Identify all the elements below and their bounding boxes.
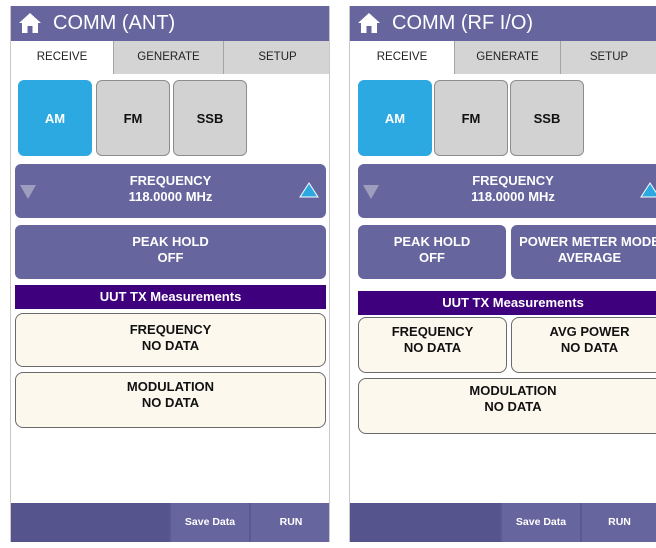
peak-hold-value: OFF [419, 250, 445, 265]
run-button[interactable]: RUN [582, 503, 656, 542]
section-title: UUT TX Measurements [358, 291, 656, 315]
bottom-bar: Save Data RUN [11, 503, 329, 542]
triangle-up-icon[interactable] [640, 182, 656, 198]
avg-power-measurement: AVG POWER NO DATA [511, 317, 656, 373]
tab-generate[interactable]: GENERATE [113, 41, 223, 74]
measurement-label: MODULATION [126, 379, 215, 394]
modulation-measurement: MODULATION NO DATA [358, 378, 656, 434]
fm-mode-button[interactable]: FM [434, 80, 508, 156]
header-bar: COMM (ANT) [11, 6, 329, 41]
tab-bar: RECEIVE GENERATE SETUP [11, 41, 329, 75]
header-bar: COMM (RF I/O) [350, 6, 656, 41]
home-icon [19, 13, 41, 33]
frequency-measurement: FREQUENCY NO DATA [15, 313, 326, 367]
fm-mode-button[interactable]: FM [96, 80, 170, 156]
power-meter-mode-label: POWER METER MODE [519, 234, 656, 249]
home-button[interactable] [356, 11, 382, 35]
tab-setup[interactable]: SETUP [223, 41, 329, 74]
section-title: UUT TX Measurements [15, 285, 326, 309]
tab-generate[interactable]: GENERATE [454, 41, 560, 74]
page-title: COMM (ANT) [53, 12, 176, 34]
tab-setup[interactable]: SETUP [560, 41, 656, 74]
triangle-up-icon[interactable] [299, 182, 319, 198]
home-button[interactable] [17, 11, 43, 35]
page-title: COMM (RF I/O) [392, 12, 534, 34]
peak-hold-label: PEAK HOLD [393, 234, 471, 249]
comm-rf-io-panel: COMM (RF I/O) RECEIVE GENERATE SETUP AM … [349, 6, 656, 542]
measurement-value: NO DATA [141, 338, 200, 353]
frequency-label: FREQUENCY [129, 173, 212, 188]
ssb-mode-button[interactable]: SSB [173, 80, 247, 156]
measurement-value: NO DATA [403, 340, 462, 355]
frequency-value: 118.0000 MHz [471, 189, 555, 204]
comm-ant-panel: COMM (ANT) RECEIVE GENERATE SETUP AM FM … [10, 6, 330, 542]
tab-receive[interactable]: RECEIVE [350, 41, 454, 75]
tab-bar: RECEIVE GENERATE SETUP [350, 41, 656, 75]
save-data-button[interactable]: Save Data [502, 503, 580, 542]
measurement-label: MODULATION [469, 383, 557, 398]
am-mode-button[interactable]: AM [358, 80, 432, 156]
measurement-label: FREQUENCY [391, 324, 474, 339]
frequency-control[interactable]: FREQUENCY 118.0000 MHz [15, 164, 326, 218]
frequency-measurement: FREQUENCY NO DATA [358, 317, 507, 373]
power-meter-mode-value: AVERAGE [557, 250, 622, 265]
bottom-bar: Save Data RUN [350, 503, 656, 542]
peak-hold-value: OFF [157, 250, 184, 265]
triangle-down-icon[interactable] [363, 185, 379, 199]
peak-hold-label: PEAK HOLD [132, 234, 209, 249]
measurement-label: FREQUENCY [129, 322, 212, 337]
run-button[interactable]: RUN [251, 503, 329, 542]
peak-hold-button[interactable]: PEAK HOLD OFF [15, 225, 326, 279]
save-data-button[interactable]: Save Data [171, 503, 249, 542]
bottom-bar-empty [11, 503, 169, 542]
am-mode-button[interactable]: AM [18, 80, 92, 156]
measurement-value: NO DATA [484, 399, 542, 414]
frequency-control[interactable]: FREQUENCY 118.0000 MHz [358, 164, 656, 218]
measurement-label: AVG POWER [549, 324, 630, 339]
triangle-down-icon[interactable] [20, 185, 36, 199]
ssb-mode-button[interactable]: SSB [510, 80, 584, 156]
measurement-value: NO DATA [560, 340, 619, 355]
measurement-value: NO DATA [141, 395, 200, 410]
frequency-value: 118.0000 MHz [128, 189, 213, 204]
modulation-measurement: MODULATION NO DATA [15, 372, 326, 428]
tab-receive[interactable]: RECEIVE [11, 41, 113, 75]
power-meter-mode-button[interactable]: POWER METER MODE AVERAGE [511, 225, 656, 279]
home-icon [358, 13, 380, 33]
peak-hold-button[interactable]: PEAK HOLD OFF [358, 225, 506, 279]
bottom-bar-empty [350, 503, 500, 542]
frequency-label: FREQUENCY [472, 173, 554, 188]
